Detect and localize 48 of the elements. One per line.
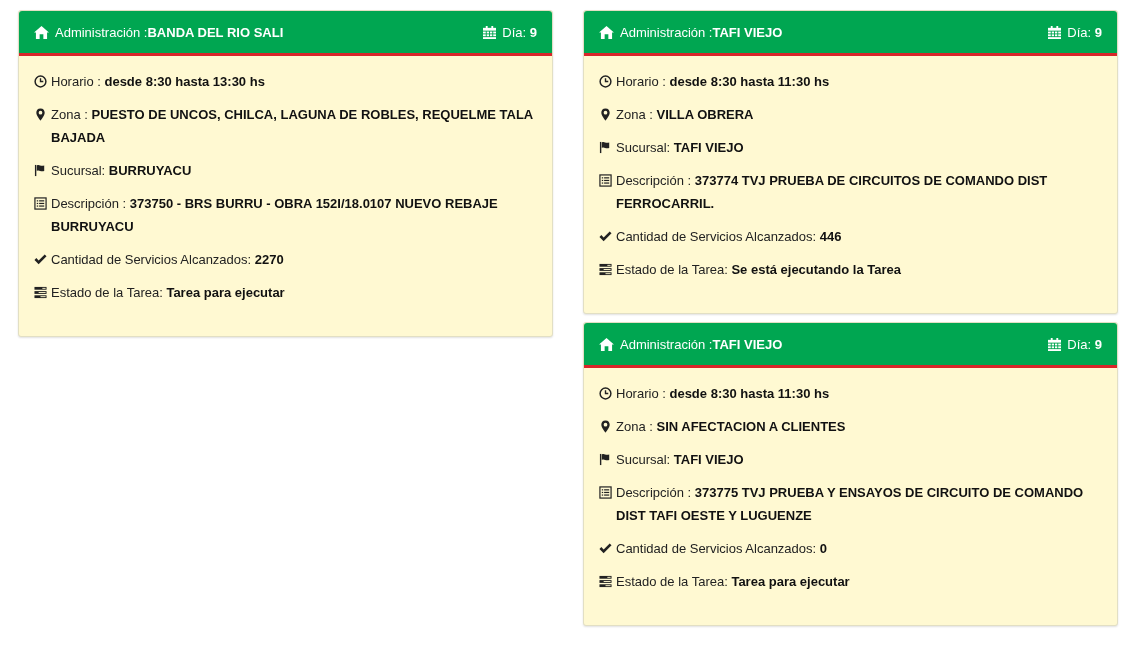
field-text: Estado de la Tarea: Tarea para ejecutar xyxy=(616,573,850,591)
clock-icon xyxy=(599,75,612,88)
check-icon xyxy=(599,542,612,555)
card-title: Administración :TAFI VIEJO xyxy=(620,24,783,40)
calendar-icon xyxy=(1048,337,1062,351)
field-text: Cantidad de Servicios Alcanzados: 2270 xyxy=(51,251,284,269)
card-title: Administración :TAFI VIEJO xyxy=(620,336,783,352)
stacked-bars-icon xyxy=(599,263,612,276)
field-text: Sucursal: BURRUYACU xyxy=(51,162,192,180)
field-text: Sucursal: TAFI VIEJO xyxy=(616,451,744,469)
check-icon xyxy=(599,230,612,243)
flag-icon xyxy=(599,141,612,154)
field-text: Cantidad de Servicios Alcanzados: 446 xyxy=(616,228,842,246)
field-text: Horario : desde 8:30 hasta 11:30 hs xyxy=(616,73,830,91)
field-text: Zona : PUESTO DE UNCOS, CHILCA, LAGUNA DE ROBLES, REQUELME TALA BAJADA xyxy=(51,106,534,147)
home-icon xyxy=(599,25,614,39)
list-icon xyxy=(599,174,612,187)
stacked-bars-icon xyxy=(34,286,47,299)
field-text: Zona : SIN AFECTACION A CLIENTES xyxy=(616,418,846,436)
list-icon xyxy=(34,197,47,210)
map-pin-icon xyxy=(599,108,612,121)
clock-icon xyxy=(34,75,47,88)
field-text: Cantidad de Servicios Alcanzados: 0 xyxy=(616,540,828,558)
check-icon xyxy=(34,253,47,266)
list-icon xyxy=(599,486,612,499)
home-icon xyxy=(599,337,614,351)
field-text: Sucursal: TAFI VIEJO xyxy=(616,139,744,157)
card-title: Administración :BANDA DEL RIO SALI xyxy=(55,24,284,40)
map-pin-icon xyxy=(599,420,612,433)
field-text: Descripción : 373775 TVJ PRUEBA Y ENSAYOS DE CIRCUITO DE COMANDO DIST TAFI OESTE Y LUGUENZE xyxy=(616,484,1085,525)
calendar-icon xyxy=(1048,25,1062,39)
calendar-icon xyxy=(483,25,497,39)
field-text: Descripción : 373750 - BRS BURRU - OBRA 152I/18.0107 NUEVO REBAJE BURRUYACU xyxy=(51,195,499,236)
field-text: Descripción : 373774 TVJ PRUEBA DE CIRCUITOS DE COMANDO DIST FERROCARRIL. xyxy=(616,172,1049,213)
field-text: Estado de la Tarea: Se está ejecutando la Tarea xyxy=(616,261,901,279)
stacked-bars-icon xyxy=(599,575,612,588)
field-text: Estado de la Tarea: Tarea para ejecutar xyxy=(51,284,285,302)
flag-icon xyxy=(599,453,612,466)
map-pin-icon xyxy=(34,108,47,121)
flag-icon xyxy=(34,164,47,177)
field-text: Horario : desde 8:30 hasta 11:30 hs xyxy=(616,385,830,403)
day-label: Día: 9 xyxy=(1067,24,1102,40)
field-text: Zona : VILLA OBRERA xyxy=(616,106,754,124)
clock-icon xyxy=(599,387,612,400)
field-text: Horario : desde 8:30 hasta 13:30 hs xyxy=(51,73,265,91)
day-label: Día: 9 xyxy=(502,24,537,40)
home-icon xyxy=(34,25,49,39)
day-label: Día: 9 xyxy=(1067,336,1102,352)
